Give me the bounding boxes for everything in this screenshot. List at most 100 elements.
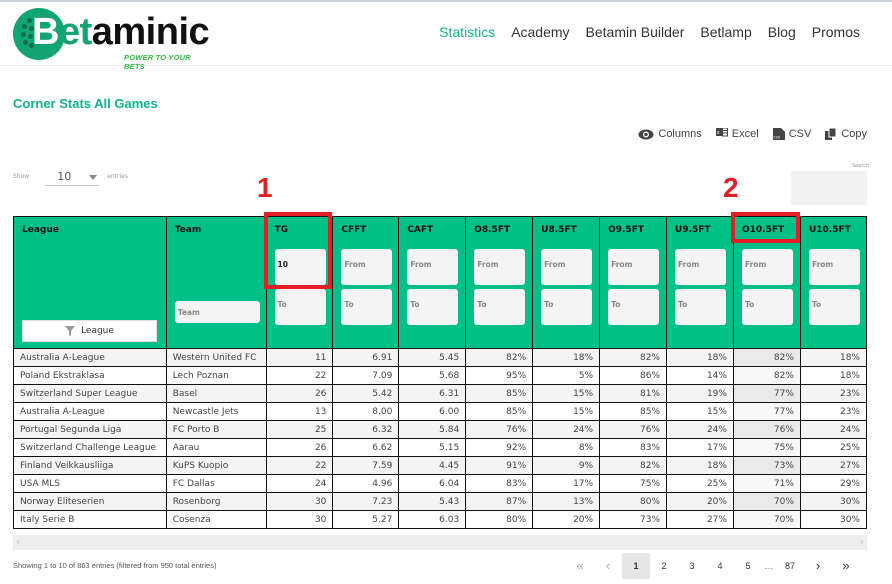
logo-wordmark: Betaminic [32,10,210,54]
cell-team: KuPS Kuopio [165,456,267,475]
nav-academy[interactable]: Academy [511,24,569,40]
cell-o85ft: 76% [465,420,534,439]
cell-u85ft: 17% [532,474,601,493]
o105ft-from-input[interactable]: From [741,248,793,285]
o105ft-to-input[interactable]: To [741,288,793,325]
tg-from-input[interactable]: 10 [274,248,326,285]
copy-button[interactable]: Copy [825,128,867,140]
table-row[interactable]: Poland Ekstraklasa Lech Poznan 22 7.09 5.68 9… [13,366,868,385]
col-header-league[interactable]: League [13,216,167,243]
cfft-from-input[interactable]: From [341,248,393,285]
cell-o105ft: 77% [732,402,801,421]
nav-blog[interactable]: Blog [768,24,796,40]
u95ft-from-input[interactable]: From [675,248,727,285]
cell-u105ft: 30% [799,492,868,511]
nav-statistics[interactable]: Statistics [439,24,495,40]
u95ft-to-input[interactable]: To [675,288,727,325]
cfft-to-input[interactable]: To [341,288,393,325]
table-info: Showing 1 to 10 of 863 entries (filtered… [13,561,217,570]
cell-tg: 26 [265,438,334,457]
col-header-o95ft[interactable]: O9.5FT [599,216,668,243]
u85ft-from-input[interactable]: From [541,248,593,285]
eye-icon [638,129,654,139]
cell-o105ft: 73% [732,456,801,475]
cell-tg: 30 [265,492,334,511]
cell-caft: 6.31 [398,384,467,403]
filter-icon [65,325,76,336]
cell-o95ft: 83% [599,438,668,457]
columns-button[interactable]: Columns [638,128,702,140]
corner-stats-table: League Team TG CFFT CAFT O8.5FT U8.5FT O… [13,216,868,529]
cell-cfft: 6.91 [332,348,400,367]
prev-page-button[interactable]: ‹ [594,553,622,579]
last-page-button[interactable]: » [832,553,860,579]
cell-o95ft: 80% [599,492,668,511]
cell-u105ft: 23% [799,384,868,403]
o95ft-from-input[interactable]: From [608,248,660,285]
u105ft-from-input[interactable]: From [808,248,860,285]
col-header-o105ft[interactable]: O10.5FT [732,216,801,243]
cell-u105ft: 29% [799,474,868,493]
first-page-button[interactable]: « [566,553,594,579]
table-row[interactable]: Australia A-League Newcastle Jets 13 8.00 6.… [13,402,868,421]
col-header-u105ft[interactable]: U10.5FT [799,216,868,243]
col-header-tg[interactable]: TG [265,216,334,243]
col-header-u95ft[interactable]: U9.5FT [666,216,734,243]
league-filter-button[interactable]: League [22,319,157,342]
page-button-4[interactable]: 4 [706,553,734,579]
entries-per-page-select[interactable]: 10 [45,166,100,186]
cell-tg: 30 [265,510,334,529]
cell-cfft: 8.00 [332,402,400,421]
caft-from-input[interactable]: From [407,248,459,285]
page-button-1[interactable]: 1 [622,553,650,579]
table-row[interactable]: Australia A-League Western United FC 11 6.9… [13,348,868,367]
horizontal-scrollbar[interactable]: ‹ › [13,535,867,550]
o85ft-from-input[interactable]: From [474,248,526,285]
tg-to-input[interactable]: To [274,288,326,325]
o95ft-to-input[interactable]: To [608,288,660,325]
page-button-5[interactable]: 5 [734,553,762,579]
table-row[interactable]: Italy Serie B Cosenza 30 5.27 6.03 80% 20% 73% 2… [13,510,868,529]
col-header-team[interactable]: Team [165,216,267,243]
table-row[interactable]: Finland Veikkausliiga KuPS Kuopio 22 7.59 4.… [13,456,868,475]
filter-cell-league: League [13,242,167,349]
cell-o85ft: 95% [465,366,534,385]
table-row[interactable]: USA MLS FC Dallas 24 4.96 6.04 83% 17% 75% 25% 71… [13,474,868,493]
caft-to-input[interactable]: To [407,288,459,325]
nav-betamin-builder[interactable]: Betamin Builder [586,24,685,40]
cell-team: Western United FC [165,348,267,367]
scroll-left-icon[interactable]: ‹ [16,535,20,548]
cell-o95ft: 73% [599,510,668,529]
col-header-caft[interactable]: CAFT [398,216,467,243]
cell-u105ft: 23% [799,402,868,421]
betaminic-logo[interactable]: Betaminic POWER TO YOUR BETS [13,8,213,71]
page-button-2[interactable]: 2 [650,553,678,579]
filter-cell-cfft: From To [332,242,400,349]
nav-promos[interactable]: Promos [812,24,860,40]
main-nav: Statistics Academy Betamin Builder Betla… [439,24,860,40]
cell-o105ft: 76% [732,420,801,439]
u105ft-to-input[interactable]: To [808,288,860,325]
filter-cell-o95ft: From To [599,242,668,349]
table-row[interactable]: Switzerland Super League Basel 26 5.42 6.31 8… [13,384,868,403]
table-row[interactable]: Portugal Segunda Liga FC Porto B 25 6.32 5.8… [13,420,868,439]
table-row[interactable]: Switzerland Challenge League Aarau 26 6.62 5… [13,438,868,457]
cell-u95ft: 27% [666,510,734,529]
u85ft-to-input[interactable]: To [541,288,593,325]
scroll-right-icon[interactable]: › [860,535,864,548]
excel-button[interactable]: x Excel [715,128,759,140]
csv-button[interactable]: csv CSV [772,128,811,140]
table-row[interactable]: Norway Eliteserien Rosenborg 30 7.23 5.43 87%… [13,492,868,511]
cell-o85ft: 87% [465,492,534,511]
col-header-o85ft[interactable]: O8.5FT [465,216,534,243]
next-page-button[interactable]: › [804,553,832,579]
team-filter-input[interactable]: Team [174,300,260,323]
search-input[interactable] [791,171,867,205]
nav-betlamp[interactable]: Betlamp [700,24,751,40]
col-header-cfft[interactable]: CFFT [332,216,400,243]
page-button-last[interactable]: 87 [776,553,804,579]
page-button-3[interactable]: 3 [678,553,706,579]
cell-tg: 11 [265,348,334,367]
col-header-u85ft[interactable]: U8.5FT [532,216,601,243]
o85ft-to-input[interactable]: To [474,288,526,325]
